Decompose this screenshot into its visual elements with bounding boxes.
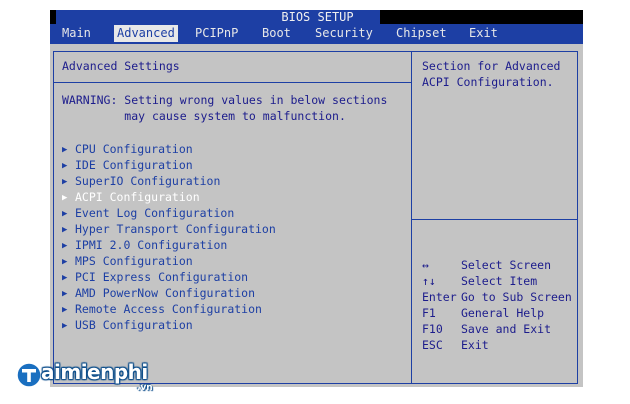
menu-list-item[interactable]: ▶ ACPI Configuration [62, 189, 200, 206]
key-name: F10 [422, 322, 443, 336]
key-legend-row: F1 General Help [422, 305, 544, 321]
warning-line-2: may cause system to malfunction. [62, 109, 346, 123]
key-name: ESC [422, 338, 443, 352]
key-action: Select Item [461, 274, 538, 288]
section-heading: Advanced Settings [62, 59, 180, 73]
key-action: General Help [461, 306, 545, 320]
left-heading-separator [54, 82, 411, 83]
menu-list-item-label: PCI Express Configuration [75, 270, 249, 284]
key-name: ↑↓ [422, 274, 436, 288]
menu-advanced[interactable]: Advanced [114, 25, 178, 42]
key-action: Exit [461, 338, 489, 352]
menu-chipset[interactable]: Chipset [393, 25, 450, 42]
bios-screen: BIOS SETUP UTILITY Main Advanced PCIPnP … [50, 10, 583, 387]
warning-line-1: WARNING: Setting wrong values in below s… [62, 93, 388, 107]
submenu-arrow-icon: ▶ [62, 161, 68, 171]
menu-list-item-label: SuperIO Configuration [75, 174, 221, 188]
menu-list-item[interactable]: ▶ IPMI 2.0 Configuration [62, 237, 227, 254]
menu-list-item[interactable]: ▶ PCI Express Configuration [62, 269, 248, 286]
window-title: BIOS SETUP UTILITY [255, 10, 380, 38]
key-name: F1 [422, 306, 436, 320]
watermark-t-icon [16, 362, 42, 388]
submenu-arrow-icon: ▶ [62, 289, 68, 299]
menu-list-item-label: ACPI Configuration [75, 190, 200, 204]
help-text-line-1: Section for Advanced [422, 59, 561, 73]
menu-exit[interactable]: Exit [466, 25, 501, 42]
menu-list-item[interactable]: ▶ AMD PowerNow Configuration [62, 285, 255, 302]
watermark-suffix: .vn [137, 383, 153, 393]
watermark-logo: aimienphi .vn [15, 359, 175, 399]
help-keys-separator [412, 219, 577, 220]
key-name: Enter [422, 290, 457, 304]
menu-list-item[interactable]: ▶ Hyper Transport Configuration [62, 221, 276, 238]
menu-list-item[interactable]: ▶ CPU Configuration [62, 141, 193, 158]
submenu-arrow-icon: ▶ [62, 321, 68, 331]
submenu-arrow-icon: ▶ [62, 177, 68, 187]
menu-list-item[interactable]: ▶ SuperIO Configuration [62, 173, 220, 190]
title-bar-right-fill [380, 10, 583, 24]
submenu-arrow-icon: ▶ [62, 241, 68, 251]
title-bar-left-edge [50, 10, 56, 24]
key-action: Save and Exit [461, 322, 552, 336]
menu-list-item-label: Event Log Configuration [75, 206, 235, 220]
submenu-arrow-icon: ▶ [62, 225, 68, 235]
help-text-line-2: ACPI Configuration. [422, 75, 554, 89]
menu-bar: Main Advanced PCIPnP Boot Security Chips… [50, 24, 583, 44]
key-action: Go to Sub Screen [461, 290, 572, 304]
menu-list-item-label: CPU Configuration [75, 142, 193, 156]
menu-list-item-label: IDE Configuration [75, 158, 193, 172]
menu-list-item[interactable]: ▶ Event Log Configuration [62, 205, 234, 222]
menu-list-item-label: Remote Access Configuration [75, 302, 262, 316]
menu-security[interactable]: Security [312, 25, 376, 42]
menu-list-item-label: AMD PowerNow Configuration [75, 286, 256, 300]
key-legend-row: ↔ Select Screen [422, 257, 551, 273]
submenu-arrow-icon: ▶ [62, 209, 68, 219]
submenu-arrow-icon: ▶ [62, 305, 68, 315]
key-legend-row: ↑↓ Select Item [422, 273, 537, 289]
panel-divider [411, 51, 412, 384]
submenu-arrow-icon: ▶ [62, 193, 68, 203]
menu-pcipnp[interactable]: PCIPnP [192, 25, 241, 42]
title-bar: BIOS SETUP UTILITY [50, 10, 583, 38]
menu-list-item[interactable]: ▶ MPS Configuration [62, 253, 193, 270]
menu-list-item-label: IPMI 2.0 Configuration [75, 238, 228, 252]
menu-boot[interactable]: Boot [259, 25, 294, 42]
menu-main[interactable]: Main [59, 25, 94, 42]
menu-list-item-label: USB Configuration [75, 318, 193, 332]
content-panel: Advanced Settings WARNING: Setting wrong… [50, 44, 583, 387]
submenu-arrow-icon: ▶ [62, 145, 68, 155]
key-legend-row: ESC Exit [422, 337, 489, 353]
key-legend-row: Enter Go to Sub Screen [422, 289, 572, 305]
key-action: Select Screen [461, 258, 552, 272]
watermark-brand: aimienphi [41, 360, 148, 384]
menu-list-item[interactable]: ▶ IDE Configuration [62, 157, 193, 174]
menu-list-item[interactable]: ▶ Remote Access Configuration [62, 301, 262, 318]
key-legend-row: F10 Save and Exit [422, 321, 551, 337]
menu-list-item[interactable]: ▶ USB Configuration [62, 317, 193, 334]
key-name: ↔ [422, 258, 429, 272]
menu-list-item-label: Hyper Transport Configuration [75, 222, 276, 236]
submenu-arrow-icon: ▶ [62, 273, 68, 283]
menu-list-item-label: MPS Configuration [75, 254, 193, 268]
submenu-arrow-icon: ▶ [62, 257, 68, 267]
